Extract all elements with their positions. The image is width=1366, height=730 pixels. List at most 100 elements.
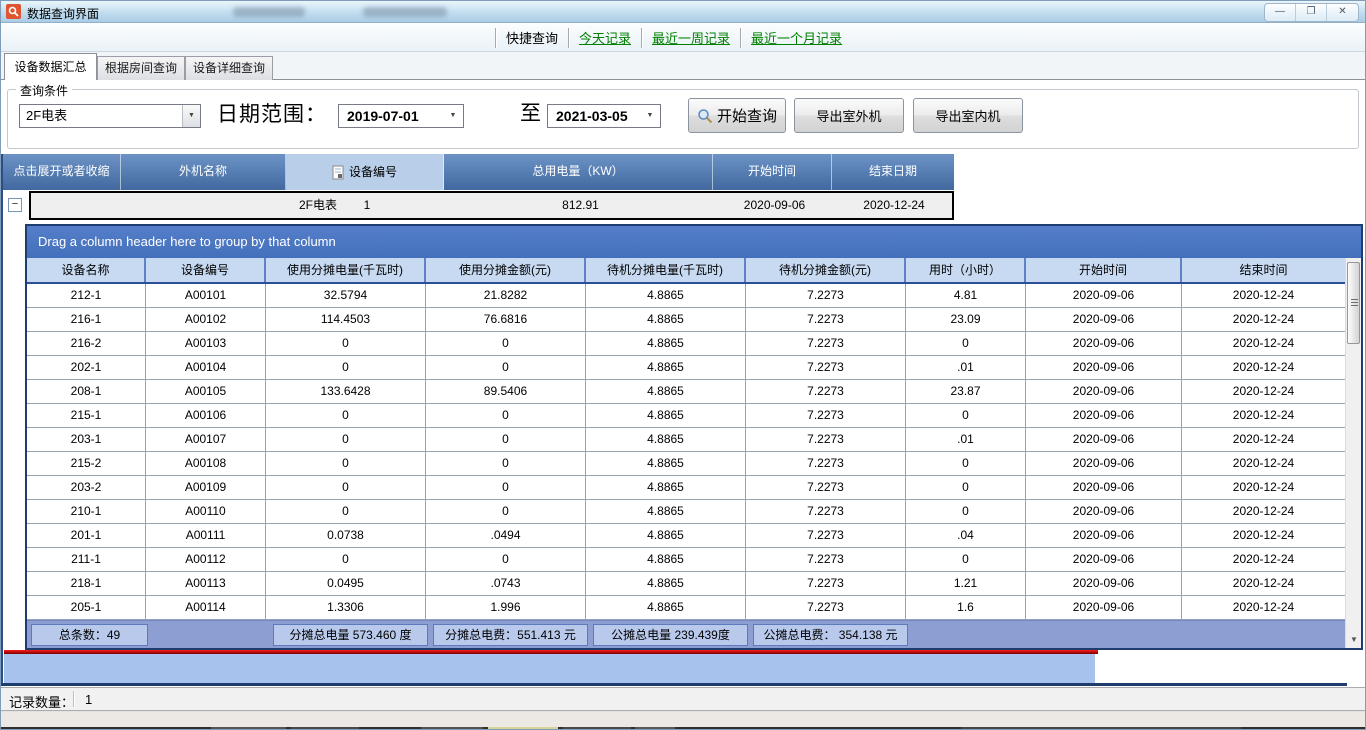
detail-grid-cell[interactable]: 2020-12-24 <box>1182 524 1345 547</box>
detail-grid-cell[interactable]: 2020-12-24 <box>1182 428 1345 451</box>
detail-grid-cell[interactable]: 2020-09-06 <box>1026 284 1182 307</box>
detail-grid-cell[interactable]: 0 <box>426 548 586 571</box>
detail-grid-cell[interactable]: 2020-12-24 <box>1182 308 1345 331</box>
detail-grid-cell[interactable]: 0 <box>266 452 426 475</box>
detail-grid-cell[interactable]: 0 <box>426 332 586 355</box>
detail-grid-cell[interactable]: 212-1 <box>27 284 146 307</box>
detail-grid-cell[interactable]: 1.996 <box>426 596 586 619</box>
detail-grid-cell[interactable]: 2020-09-06 <box>1026 404 1182 427</box>
device-select[interactable]: 2F电表 ▼ <box>19 104 201 128</box>
detail-grid-cell[interactable]: 2020-09-06 <box>1026 596 1182 619</box>
close-button[interactable]: ✕ <box>1327 4 1358 21</box>
detail-grid-cell[interactable]: 2020-12-24 <box>1182 380 1345 403</box>
detail-grid-cell[interactable]: 2020-12-24 <box>1182 356 1345 379</box>
detail-grid-cell[interactable]: 7.2273 <box>746 572 906 595</box>
detail-grid-cell[interactable]: A00113 <box>146 572 266 595</box>
detail-grid-row[interactable]: 212-1A0010132.579421.82824.88657.22734.8… <box>27 284 1345 308</box>
detail-grid-cell[interactable]: 0 <box>266 332 426 355</box>
date-from-picker[interactable]: 2019-07-01 ▼ <box>338 104 464 128</box>
detail-grid-cell[interactable]: 0 <box>426 452 586 475</box>
detail-grid-cell[interactable]: 2020-09-06 <box>1026 452 1182 475</box>
detail-grid-cell[interactable]: 4.8865 <box>586 332 746 355</box>
scrollbar-thumb[interactable] <box>1347 262 1360 344</box>
detail-grid-cell[interactable]: A00112 <box>146 548 266 571</box>
detail-grid-cell[interactable]: .04 <box>906 524 1026 547</box>
scroll-down-icon[interactable]: ▼ <box>1346 632 1362 648</box>
detail-grid-cell[interactable]: A00109 <box>146 476 266 499</box>
detail-grid-cell[interactable]: 7.2273 <box>746 524 906 547</box>
detail-grid-cell[interactable]: 21.8282 <box>426 284 586 307</box>
master-col-total-kw[interactable]: 总用电量（KW） <box>444 154 713 190</box>
detail-grid-cell[interactable]: 7.2273 <box>746 596 906 619</box>
detail-grid-cell[interactable]: 211-1 <box>27 548 146 571</box>
detail-grid-cell[interactable]: A00107 <box>146 428 266 451</box>
detail-col-standby-amount[interactable]: 待机分摊金额(元) <box>746 258 906 282</box>
detail-grid-row[interactable]: 216-1A00102114.450376.68164.88657.227323… <box>27 308 1345 332</box>
detail-grid-row[interactable]: 208-1A00105133.642889.54064.88657.227323… <box>27 380 1345 404</box>
detail-grid-cell[interactable]: 4.8865 <box>586 572 746 595</box>
detail-grid-cell[interactable]: 4.81 <box>906 284 1026 307</box>
detail-grid-cell[interactable]: 4.8865 <box>586 404 746 427</box>
detail-grid-cell[interactable]: 0 <box>426 476 586 499</box>
detail-grid-cell[interactable]: 4.8865 <box>586 524 746 547</box>
detail-grid-cell[interactable]: 2020-12-24 <box>1182 284 1345 307</box>
detail-grid-cell[interactable]: 215-1 <box>27 404 146 427</box>
last-week-records-link[interactable]: 最近一周记录 <box>652 28 730 47</box>
chevron-down-icon[interactable]: ▼ <box>445 105 461 127</box>
detail-grid-cell[interactable]: A00108 <box>146 452 266 475</box>
detail-grid-cell[interactable]: 0 <box>906 404 1026 427</box>
detail-grid-cell[interactable]: A00105 <box>146 380 266 403</box>
chevron-down-icon[interactable]: ▼ <box>642 105 658 127</box>
detail-grid-cell[interactable]: A00111 <box>146 524 266 547</box>
detail-grid-cell[interactable]: 2020-09-06 <box>1026 428 1182 451</box>
detail-grid-row[interactable]: 216-2A00103004.88657.227302020-09-062020… <box>27 332 1345 356</box>
detail-grid-cell[interactable]: 4.8865 <box>586 428 746 451</box>
detail-grid-cell[interactable]: 4.8865 <box>586 356 746 379</box>
detail-grid-cell[interactable]: 0 <box>266 404 426 427</box>
detail-grid-cell[interactable]: 205-1 <box>27 596 146 619</box>
detail-grid-cell[interactable]: 7.2273 <box>746 452 906 475</box>
detail-grid-cell[interactable]: 0.0738 <box>266 524 426 547</box>
detail-grid-cell[interactable]: .0494 <box>426 524 586 547</box>
detail-col-device-name[interactable]: 设备名称 <box>27 258 146 282</box>
detail-grid-cell[interactable]: 0 <box>906 452 1026 475</box>
detail-grid-cell[interactable]: 4.8865 <box>586 452 746 475</box>
detail-grid-cell[interactable]: 89.5406 <box>426 380 586 403</box>
master-col-unit-name[interactable]: 外机名称 <box>121 154 286 190</box>
detail-grid-cell[interactable]: .01 <box>906 428 1026 451</box>
detail-col-device-no[interactable]: 设备编号 <box>146 258 266 282</box>
detail-col-standby-kwh[interactable]: 待机分摊电量(千瓦时) <box>586 258 746 282</box>
detail-grid-cell[interactable]: 4.8865 <box>586 308 746 331</box>
master-col-device-no[interactable]: 设备编号 <box>286 154 444 190</box>
detail-grid-row[interactable]: 215-1A00106004.88657.227302020-09-062020… <box>27 404 1345 428</box>
detail-grid-cell[interactable]: 201-1 <box>27 524 146 547</box>
detail-grid-cell[interactable]: 2020-12-24 <box>1182 572 1345 595</box>
detail-grid-cell[interactable]: 7.2273 <box>746 356 906 379</box>
detail-grid-cell[interactable]: 23.09 <box>906 308 1026 331</box>
detail-grid-cell[interactable]: 7.2273 <box>746 428 906 451</box>
detail-grid-cell[interactable]: 0 <box>906 548 1026 571</box>
detail-grid-cell[interactable]: 7.2273 <box>746 548 906 571</box>
master-grid-row[interactable]: 2F电表 1 812.91 2020-09-06 2020-12-24 <box>29 191 954 220</box>
start-query-button[interactable]: 开始查询 <box>688 98 786 133</box>
detail-grid-cell[interactable]: 2020-09-06 <box>1026 548 1182 571</box>
detail-grid-row[interactable]: 203-2A00109004.88657.227302020-09-062020… <box>27 476 1345 500</box>
detail-col-hours[interactable]: 用时（小时） <box>906 258 1026 282</box>
detail-grid-cell[interactable]: A00110 <box>146 500 266 523</box>
detail-grid-cell[interactable]: 2020-12-24 <box>1182 452 1345 475</box>
detail-grid-cell[interactable]: 0 <box>266 500 426 523</box>
detail-grid-cell[interactable]: 0 <box>906 500 1026 523</box>
detail-grid-cell[interactable]: 203-1 <box>27 428 146 451</box>
detail-grid-cell[interactable]: 0 <box>426 404 586 427</box>
detail-grid-cell[interactable]: 4.8865 <box>586 500 746 523</box>
detail-grid-cell[interactable]: 203-2 <box>27 476 146 499</box>
detail-grid-cell[interactable]: A00101 <box>146 284 266 307</box>
detail-grid-cell[interactable]: 2020-12-24 <box>1182 596 1345 619</box>
detail-grid-cell[interactable]: 2020-09-06 <box>1026 572 1182 595</box>
group-by-band[interactable]: Drag a column header here to group by th… <box>27 226 1361 258</box>
detail-col-start-time[interactable]: 开始时间 <box>1026 258 1182 282</box>
today-records-link[interactable]: 今天记录 <box>579 28 631 47</box>
detail-grid-row[interactable]: 218-1A001130.0495.07434.88657.22731.2120… <box>27 572 1345 596</box>
detail-grid-cell[interactable]: 2020-09-06 <box>1026 356 1182 379</box>
detail-grid-cell[interactable]: 0 <box>426 428 586 451</box>
